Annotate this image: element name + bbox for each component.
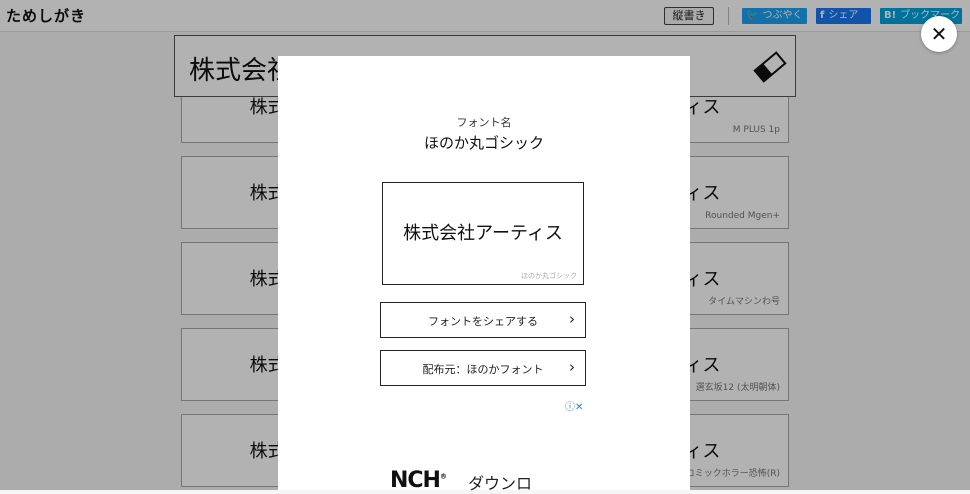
ad-choices-icon[interactable]: ⓘ✕ — [565, 398, 583, 413]
font-detail-modal: フォント名 ほのか丸ゴシック 株式会社アーティス ほのか丸ゴシック フォントをシ… — [278, 56, 690, 493]
chevron-right-icon: › — [569, 358, 575, 376]
close-icon: ✕ — [930, 22, 948, 46]
distributor-button[interactable]: 配布元：ほのかフォント › — [380, 350, 586, 386]
font-name-label: フォント名 — [456, 116, 512, 129]
ad-logo-text: NCH — [390, 468, 441, 493]
ad-logo[interactable]: NCH® — [390, 468, 447, 493]
share-font-label: フォントをシェアする — [428, 315, 538, 328]
close-modal-button[interactable]: ✕ — [921, 16, 957, 52]
ad-text[interactable]: ダウンロ — [468, 470, 532, 494]
chevron-right-icon: › — [569, 310, 575, 328]
font-name-title: ほのか丸ゴシック — [423, 134, 544, 152]
preview-caption: ほのか丸ゴシック — [521, 272, 577, 280]
share-font-button[interactable]: フォントをシェアする › — [380, 302, 586, 338]
font-preview: 株式会社アーティス ほのか丸ゴシック — [382, 182, 584, 285]
distributor-label: 配布元：ほのかフォント — [422, 363, 544, 376]
registered-mark: ® — [439, 472, 447, 481]
preview-text: 株式会社アーティス — [403, 223, 563, 244]
